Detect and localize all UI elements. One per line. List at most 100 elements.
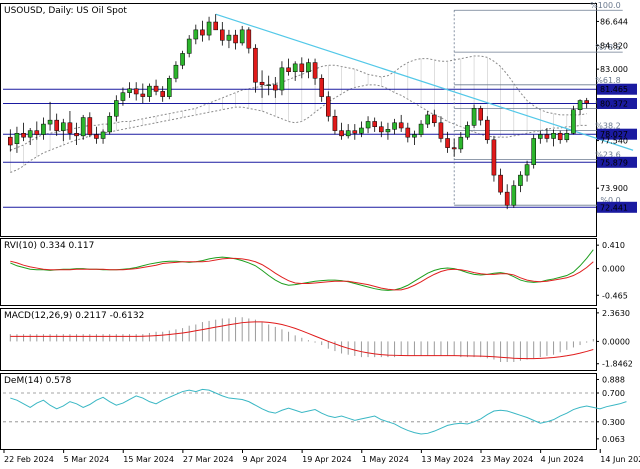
candle-body <box>524 164 530 176</box>
candle-body <box>538 134 543 139</box>
candle-body <box>312 62 318 79</box>
candle-body <box>107 115 112 133</box>
y-tick-label: 84.820 <box>600 41 628 50</box>
y-tick-label: 81.465 <box>600 85 628 94</box>
candle <box>491 135 497 182</box>
rvi-title: RVI(10) 0.334 0.117 <box>4 241 94 251</box>
candle-body <box>491 139 497 176</box>
y-tick-label: 75.879 <box>600 158 628 167</box>
candle-body <box>531 138 536 165</box>
y-tick-label: 72.441 <box>600 203 628 212</box>
candle-body <box>498 174 503 193</box>
x-tick-label: 23 May 2024 <box>481 455 533 464</box>
candle-body <box>160 91 165 97</box>
y-tick-label: 0.410 <box>602 241 625 250</box>
candle-body <box>511 185 517 206</box>
candle-body <box>114 100 119 117</box>
candle-body <box>418 123 424 135</box>
candle-body <box>359 127 364 134</box>
candle-body <box>339 130 344 137</box>
candle-body <box>14 132 20 144</box>
main-chart-title: USOUSD, Daily: US Oil Spot <box>4 6 127 16</box>
candle-body <box>67 122 73 134</box>
candle-body <box>153 85 159 92</box>
candle-body <box>54 119 59 131</box>
y-tick-label: 0.0000 <box>602 337 630 346</box>
candle <box>531 134 536 169</box>
y-tick-label: 80.372 <box>600 100 628 109</box>
candle-body <box>206 21 212 36</box>
candle-body <box>21 132 26 138</box>
x-tick-label: 1 May 2024 <box>362 455 409 464</box>
candle-body <box>8 136 13 146</box>
candle-body <box>186 38 192 54</box>
candle-body <box>193 29 199 40</box>
candle-body <box>286 67 291 72</box>
candle-body <box>412 134 417 138</box>
candle-body <box>253 47 258 83</box>
candle-body <box>425 114 430 125</box>
candle-body <box>226 34 232 41</box>
candle-body <box>80 117 86 137</box>
candle-body <box>398 122 404 129</box>
candle-body <box>87 117 93 135</box>
candle-body <box>379 126 384 133</box>
candle-body <box>120 92 126 101</box>
candle-body <box>220 29 225 41</box>
candle-body <box>577 100 583 110</box>
y-tick-label: -1.8462 <box>602 360 633 369</box>
candle <box>571 105 576 135</box>
y-tick-label: 83.000 <box>600 65 628 74</box>
candle-body <box>365 121 371 129</box>
candle <box>485 116 490 144</box>
candle-body <box>306 62 311 72</box>
candle-body <box>345 130 351 137</box>
candle-body <box>432 114 437 124</box>
candle-body <box>180 53 185 66</box>
candle-body <box>292 63 298 72</box>
x-tick-label: 14 Jun 2024 <box>600 455 640 464</box>
y-tick-label: 0.063 <box>602 435 625 444</box>
candle-body <box>94 134 99 139</box>
candle-body <box>41 123 46 135</box>
fib-level-label: %100.0 <box>590 1 621 10</box>
candle-body <box>392 122 397 130</box>
candle-body <box>438 122 444 139</box>
candle-body <box>266 84 271 86</box>
candle-body <box>147 85 152 97</box>
candle-body <box>405 127 411 138</box>
x-tick-label: 5 Mar 2024 <box>64 455 110 464</box>
candle-body <box>239 29 245 44</box>
candle-body <box>74 132 79 137</box>
candle-body <box>571 109 576 134</box>
x-tick-label: 19 Apr 2024 <box>302 455 351 464</box>
candle-body <box>100 131 106 139</box>
fib-level-label: %61.8 <box>595 76 620 85</box>
candle-body <box>299 63 305 72</box>
x-tick-label: 13 May 2024 <box>421 455 473 464</box>
x-tick-label: 15 Mar 2024 <box>123 455 174 464</box>
candle-body <box>564 132 570 141</box>
y-tick-label: 86.644 <box>600 17 628 26</box>
candle-body <box>259 81 265 86</box>
candle-body <box>127 88 132 93</box>
candle-body <box>544 134 550 139</box>
y-tick-label: 0.700 <box>602 389 625 398</box>
candle-body <box>451 147 457 150</box>
candle-body <box>504 191 510 206</box>
y-tick-label: 0.000 <box>602 265 625 274</box>
candle-body <box>273 84 278 91</box>
candle-body <box>385 129 391 133</box>
x-tick-label: 22 Feb 2024 <box>4 455 54 464</box>
candle-body <box>478 108 483 121</box>
candle-body <box>332 115 338 131</box>
candle-body <box>167 78 172 97</box>
candle-body <box>319 78 324 97</box>
candle-body <box>584 100 589 104</box>
y-tick-label: 0.300 <box>602 418 625 427</box>
candle-body <box>458 136 464 150</box>
candle-body <box>140 93 146 97</box>
candle-body <box>213 21 218 31</box>
candle-body <box>61 122 66 131</box>
candle-body <box>465 125 470 138</box>
